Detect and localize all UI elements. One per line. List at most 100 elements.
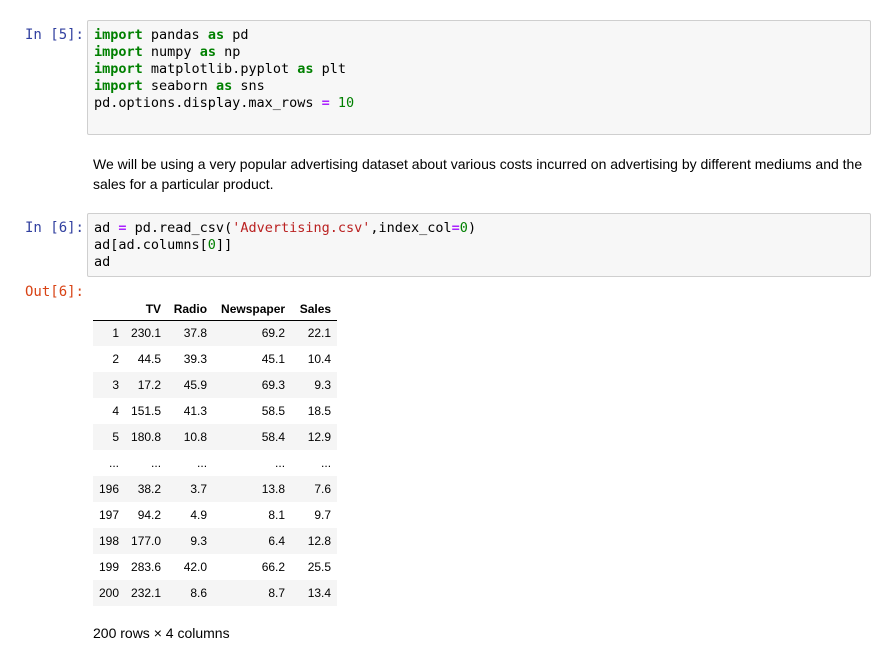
table-cell: 25.5 [307,560,332,574]
table-cell: 22.1 [307,326,332,341]
code-token: as [297,61,314,77]
table-cell: 69.2 [261,326,286,341]
table-row: 200 232.1 8.6 8.7 13.4 [93,580,338,606]
table-row: 198 177.0 9.3 6.4 12.8 [93,528,338,554]
dataframe-table: TV Radio Newspaper Sales 1 230.1 37.8 69.2 2… [93,298,338,606]
code-token: 'Advertising.csv' [232,220,371,236]
table-cell: ... [151,456,162,470]
code-token: pd.read_csv( [126,220,233,236]
table-cell: ... [275,456,286,470]
input-prompt-5: In [5]: [24,27,84,43]
output-prompt-6: Out[6]: [24,284,84,300]
table-row: 2 44.5 39.3 45.1 10.4 [93,346,337,372]
table-cell: 69.3 [261,378,286,392]
code-token: = [321,95,330,111]
code-line: ad[ad.columns[0]] [94,237,864,254]
code-token: 0 [459,220,468,236]
code-token: numpy [142,44,200,60]
table-row: 4 151.5 41.3 58.5 18.5 [93,398,337,424]
table-cell: 13.8 [261,482,286,496]
table-row: 5 180.8 10.8 58.4 12.9 [93,424,338,450]
table-row: 199 283.6 42.0 66.2 25.5 [93,554,337,580]
table-cell: 9.3 [190,534,208,548]
code-token: ad [94,254,111,270]
table-cell: 230.1 [131,326,162,341]
code-line: import matplotlib.pyplot as plt [94,61,864,78]
code-token: matplotlib.pyplot [142,61,298,77]
code-line: import pandas as pd [94,27,864,44]
table-cell: 3.7 [190,482,208,496]
code-line: import numpy as np [94,44,864,61]
table-row: 197 94.2 4.9 8.1 9.7 [93,502,337,528]
table-cell: 10.8 [183,430,208,444]
table-cell: 12.8 [307,534,332,548]
table-cell: 44.5 [137,352,162,366]
table-cell: 151.5 [131,404,162,418]
code-cell-5[interactable]: import pandas as pd import numpy as np imp… [87,20,871,135]
table-cell: 18.5 [307,404,332,418]
row-index: 3 [112,378,120,392]
code-token: 0 [207,237,216,253]
table-header-row: TV Radio Newspaper Sales [93,298,338,321]
code-token: pandas [142,27,208,43]
code-token: plt [313,61,346,77]
dataframe-shape: 200 rows × 4 columns [93,625,230,641]
table-cell: 9.3 [314,378,332,392]
table-cell: 8.6 [190,586,208,600]
code-token: ,index_col [370,220,452,236]
code-cell-6[interactable]: ad = pd.read_csv('Advertising.csv',index… [87,213,871,277]
table-cell: 283.6 [131,560,162,574]
index-header [93,298,126,321]
code-token: pd.options.display.max_rows [94,95,322,111]
table-cell: 38.2 [137,482,162,496]
code-token: pd [224,27,249,43]
row-index: 197 [99,508,120,522]
table-cell: 45.9 [183,378,208,392]
table-cell: 41.3 [183,404,208,418]
table-cell: 45.1 [261,352,286,366]
markdown-cell: We will be using a very popular advertis… [93,156,863,192]
code-token: as [199,44,216,60]
table-cell: 180.8 [131,430,162,444]
code-token: = [451,220,460,236]
table-cell: 6.4 [268,534,286,548]
table-cell: ... [197,456,208,470]
table-cell: 177.0 [131,534,162,548]
code-token: ad[ad.columns[ [94,237,208,253]
table-cell: 42.0 [183,560,208,574]
code-token: ) [467,220,477,236]
code-token: import [94,78,143,94]
code-token: as [207,27,225,43]
row-index: 200 [99,586,120,600]
table-cell: 7.6 [314,482,332,496]
table-body: 1 230.1 37.8 69.2 22.1 2 44.5 39.3 45.1 10.4 3 17.2… [93,320,338,606]
code-token: as [215,78,233,94]
code-line: pd.options.display.max_rows = 10 [94,95,864,112]
code-token: ]] [215,237,233,253]
table-row: 3 17.2 45.9 69.3 9.3 [93,372,338,398]
row-index: 199 [99,560,120,574]
table-cell: 10.4 [307,352,332,366]
column-header-tv: TV [125,298,168,321]
table-cell: 232.1 [131,586,162,600]
table-cell: 37.8 [183,326,208,341]
row-index: 196 [99,482,120,496]
table-cell: 12.9 [307,430,332,444]
table-cell: 58.5 [261,404,286,418]
table-row: ............... [93,450,337,476]
notebook-page: In [5]: import pandas as pd import numpy … [0,0,883,651]
code-token: import [94,27,143,43]
row-index: 2 [112,352,120,366]
row-index: 4 [112,404,120,418]
code-token: import [94,44,143,60]
table-row: 196 38.2 3.7 13.8 7.6 [93,476,338,502]
code-token: = [118,220,127,236]
table-cell: 58.4 [261,430,286,444]
column-header-radio: Radio [167,298,214,321]
table-row: 1 230.1 37.8 69.2 22.1 [93,320,338,346]
table-cell: ... [321,456,332,470]
code-token: ad [94,220,119,236]
row-index: 5 [112,430,120,444]
code-line: ad [94,254,864,271]
